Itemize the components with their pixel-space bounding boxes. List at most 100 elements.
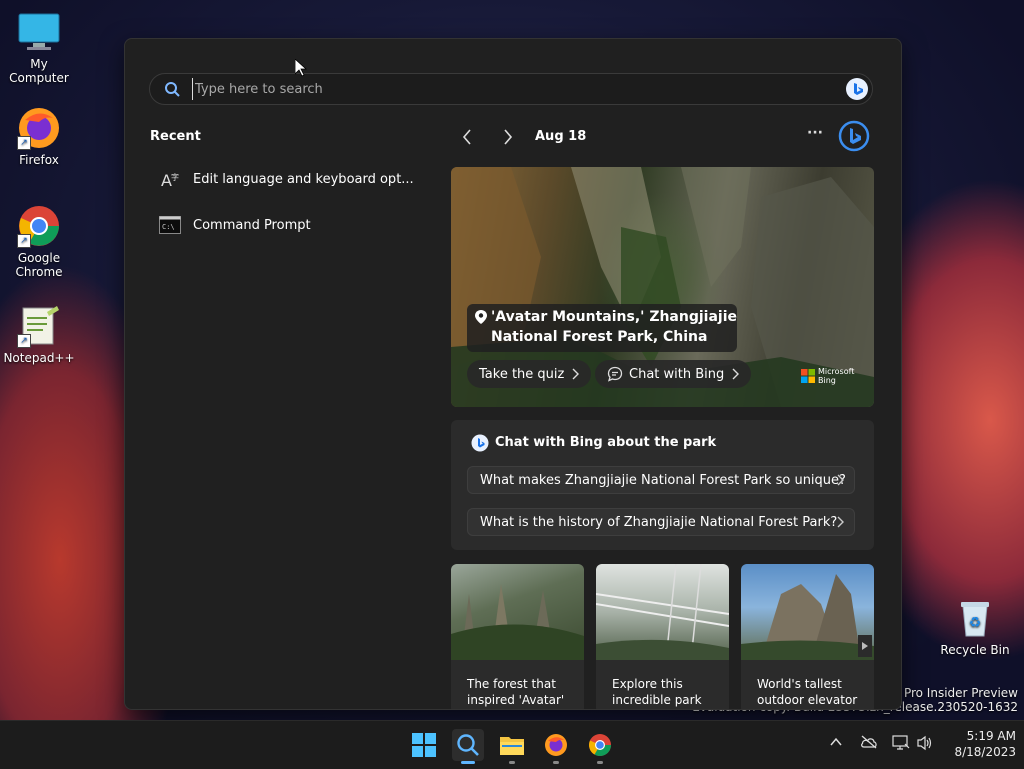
bing-chat-card: Chat with Bing about the park What makes… [451,420,874,550]
tile-forest-avatar[interactable]: The forest that inspired 'Avatar' [451,564,584,709]
tile-caption: outdoor elevator [757,693,858,707]
recent-item-label: Command Prompt [193,217,311,233]
desktop-icon-label: Google Chrome [15,251,63,279]
chevron-up-icon [830,737,842,746]
windows-logo-icon [412,733,436,757]
folder-icon [500,737,524,755]
desktop-icon-notepadpp[interactable]: ↗ Notepad++ [0,304,78,365]
search-input[interactable] [192,78,797,100]
desktop-icon-chrome[interactable]: ↗ Google Chrome [0,204,78,279]
tile-image [596,564,729,661]
chevron-right-icon [732,368,740,380]
tile-caption: The forest that [467,677,556,691]
bing-icon[interactable] [846,78,868,100]
hero-title-line: National Forest Park, China [491,329,708,345]
search-box[interactable] [149,73,873,105]
shortcut-arrow-icon: ↗ [17,334,31,348]
desktop-icon-label: My Computer [9,57,69,85]
take-quiz-label: Take the quiz [479,366,565,382]
prev-button[interactable] [461,127,473,149]
network-icon[interactable] [892,735,910,755]
chevron-left-icon [462,129,471,145]
taskbar: 5:19 AM 8/18/2023 [0,720,1024,769]
hero-caption: 'Avatar Mountains,' Zhangjiajie National… [467,304,737,352]
tile-image [451,564,584,660]
tile-image [741,564,874,660]
recycle-bin-icon: ♻ [953,596,997,640]
cloud-offline-icon[interactable] [860,735,878,753]
chevron-right-icon [837,474,844,486]
bing-card-title: Chat with Bing about the park [495,435,717,450]
chevron-right-icon [504,129,513,145]
start-button[interactable] [408,729,440,761]
file-explorer-button[interactable] [496,729,528,764]
notepadpp-icon: ↗ [17,304,61,348]
volume-icon[interactable] [916,735,934,755]
tile-tallest-elevator[interactable]: World's tallest outdoor elevator [741,564,874,709]
desktop-icon-label: Firefox [19,153,59,167]
desktop-icon-my-computer[interactable]: My Computer [0,10,78,85]
show-hidden-icons-button[interactable] [830,735,842,751]
bing-question-1[interactable]: What makes Zhangjiajie National Forest P… [467,466,855,494]
recent-item-label: Edit language and keyboard opt... [193,171,414,187]
search-icon [457,734,479,756]
chevron-right-icon [837,516,844,528]
brand-line: Microsoft [818,367,855,376]
running-indicator [597,761,603,764]
question-label: What makes Zhangjiajie National Forest P… [480,472,846,488]
brand-line: Bing [818,376,836,385]
tile-caption: inspired 'Avatar' [467,693,565,707]
mouse-cursor-icon [295,59,307,77]
tiles-scroll-right-button[interactable] [858,635,872,657]
chrome-icon: ↗ [17,204,61,248]
running-indicator [553,761,559,764]
language-icon: A字 [159,170,181,190]
svg-text:C:\: C:\ [162,223,175,231]
bing-chat-icon[interactable] [838,120,870,152]
active-indicator [461,761,475,764]
search-panel: Recent A字 Edit language and keyboard opt… [124,38,902,710]
chrome-taskbar-button[interactable] [584,729,616,764]
location-pin-icon [475,310,487,324]
tile-caption: World's tallest [757,677,842,691]
clock-date: 8/18/2023 [954,745,1016,759]
take-quiz-button[interactable]: Take the quiz [467,360,592,388]
chat-with-bing-button[interactable]: Chat with Bing [595,360,752,388]
desktop-icon-recycle-bin[interactable]: ♻ Recycle Bin [936,596,1014,657]
desktop-icon-firefox[interactable]: ↗ Firefox [0,106,78,167]
firefox-taskbar-button[interactable] [540,729,572,764]
desktop-icon-label: Notepad++ [3,351,75,365]
question-label: What is the history of Zhangjiajie Natio… [480,514,838,530]
microsoft-logo-icon [801,369,815,383]
chat-bubble-icon [607,366,623,382]
hero-title-line: 'Avatar Mountains,' Zhangjiajie [491,309,738,325]
tile-explore-park[interactable]: Explore this incredible park [596,564,729,709]
caret-right-icon [862,642,868,650]
firefox-icon [545,734,567,756]
tile-caption: Explore this [612,677,683,691]
svg-text:字: 字 [171,172,179,182]
bing-icon [471,434,489,452]
recent-item-command-prompt[interactable]: C:\ Command Prompt [159,210,419,240]
monitor-icon [17,10,61,54]
next-button[interactable] [502,127,514,149]
chrome-icon [589,734,611,756]
clock[interactable]: 5:19 AM 8/18/2023 [940,728,1016,760]
more-options-button[interactable]: ··· [807,125,823,147]
shortcut-arrow-icon: ↗ [17,234,31,248]
shortcut-arrow-icon: ↗ [17,136,31,150]
recent-item-language[interactable]: A字 Edit language and keyboard opt... [159,164,419,194]
recent-heading: Recent [150,129,201,144]
clock-time: 5:19 AM [966,729,1016,743]
desktop-icon-label: Recycle Bin [940,643,1010,657]
terminal-icon: C:\ [159,216,181,234]
chevron-right-icon [572,368,580,380]
bing-question-2[interactable]: What is the history of Zhangjiajie Natio… [467,508,855,536]
svg-text:♻: ♻ [969,615,982,631]
highlights-date: Aug 18 [535,129,587,144]
hero-card[interactable]: 'Avatar Mountains,' Zhangjiajie National… [451,167,874,407]
firefox-icon: ↗ [17,106,61,150]
taskbar-search-button[interactable] [452,729,484,764]
running-indicator [509,761,515,764]
chat-with-bing-label: Chat with Bing [629,366,725,382]
